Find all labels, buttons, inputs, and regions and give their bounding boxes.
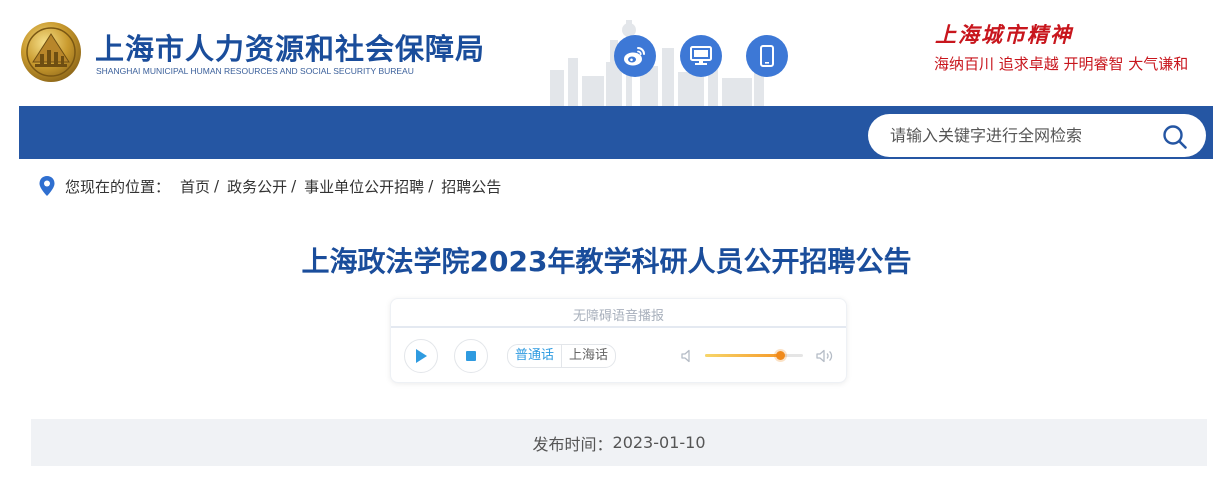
article-title: 上海政法学院2023年教学科研人员公开招聘公告 [301, 245, 912, 278]
city-spirit-title: 上海城市精神 [935, 22, 1073, 47]
volume-high-icon[interactable] [815, 348, 835, 364]
breadcrumb-separator: / [291, 177, 297, 195]
weibo-button[interactable] [614, 35, 656, 77]
desktop-site-button[interactable] [680, 35, 722, 77]
city-spirit-slogan: 海纳百川 追求卓越 开明睿智 大气谦和 [934, 55, 1189, 73]
stop-button[interactable] [454, 339, 488, 373]
breadcrumb-public-recruitment[interactable]: 事业单位公开招聘 [304, 176, 424, 197]
breadcrumb-separator: / [214, 177, 220, 195]
publish-info-bar: 发布时间： 2023-01-10 [31, 419, 1207, 466]
breadcrumb-announcements[interactable]: 招聘公告 [441, 176, 501, 197]
breadcrumb-home[interactable]: 首页 [180, 176, 210, 197]
breadcrumb-separator: / [428, 177, 434, 195]
accessibility-audio-player: 无障碍语音播报 普通话 上海话 [390, 298, 847, 383]
playback-progress-bar[interactable] [391, 326, 846, 328]
site-header: 上海市人力资源和社会保障局 SHANGHAI MUNICIPAL HUMAN R… [0, 0, 1213, 106]
play-button[interactable] [404, 339, 438, 373]
mobile-site-button[interactable] [746, 35, 788, 77]
search-input[interactable] [890, 114, 1150, 157]
language-toggle: 普通话 上海话 [507, 344, 617, 368]
publish-date: 2023-01-10 [612, 433, 706, 452]
site-name: 上海市人力资源和社会保障局 [95, 32, 486, 66]
mobile-icon [760, 45, 774, 67]
site-name-english: SHANGHAI MUNICIPAL HUMAN RESOURCES AND S… [96, 66, 414, 76]
volume-knob[interactable] [776, 351, 786, 360]
desktop-icon [690, 46, 712, 65]
breadcrumb: 您现在的位置： 首页 / 政务公开 / 事业单位公开招聘 / 招聘公告 [38, 175, 501, 197]
volume-low-icon[interactable] [679, 348, 695, 364]
location-pin-icon [39, 176, 55, 196]
publish-label: 发布时间： [532, 434, 613, 454]
search-icon[interactable] [1162, 124, 1188, 150]
bureau-logo [21, 22, 81, 82]
breadcrumb-prefix: 您现在的位置： [65, 177, 171, 196]
language-mandarin[interactable]: 普通话 [508, 345, 561, 367]
stop-icon [466, 351, 476, 361]
main-nav-bar [19, 106, 1213, 159]
search-box [868, 114, 1206, 157]
volume-fill [705, 354, 781, 357]
breadcrumb-gov-affairs[interactable]: 政务公开 [227, 176, 287, 197]
play-icon [416, 349, 427, 363]
volume-slider[interactable] [705, 351, 803, 360]
weibo-icon [624, 47, 645, 66]
language-shanghainese[interactable]: 上海话 [562, 345, 615, 367]
player-title: 无障碍语音播报 [572, 309, 664, 324]
